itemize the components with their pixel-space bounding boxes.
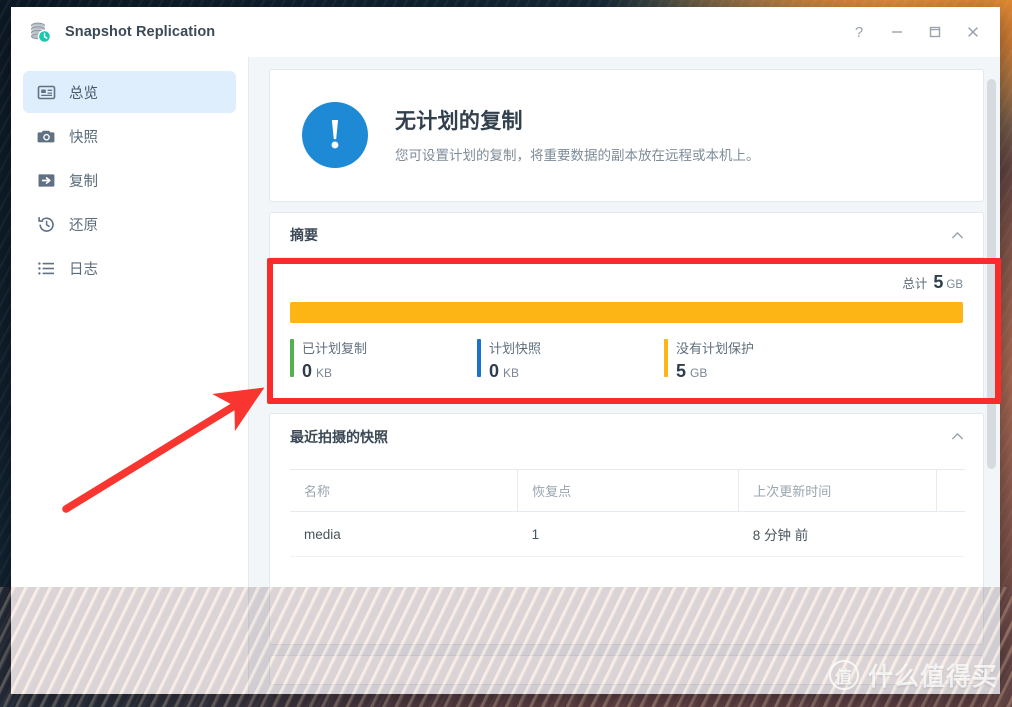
watermark-badge: 值 <box>828 660 859 690</box>
table-header-row: 名称 恢复点 上次更新时间 <box>290 469 965 512</box>
exclamation-icon: ! <box>302 101 368 168</box>
legend-unit: KB <box>316 366 333 380</box>
cell-last-update: 8 分钟 前 <box>738 511 937 557</box>
column-header-restore-points[interactable]: 恢复点 <box>517 469 740 512</box>
usage-bar-segment <box>290 302 963 323</box>
cell-restore-points: 1 <box>517 511 739 557</box>
sidebar-item-label: 总览 <box>69 85 98 102</box>
summary-body: 总计 5 GB 已计划复制 0 KB 计划快照 0 KB 没有计划保护 5 GB <box>270 258 983 402</box>
summary-total: 总计 5 GB <box>290 272 963 293</box>
total-label: 总计 <box>902 277 928 291</box>
sidebar: 总览 快照 复制 还原 日志 <box>11 57 249 694</box>
legend-label: 没有计划保护 <box>676 341 755 356</box>
sidebar-item-label: 日志 <box>69 261 98 278</box>
cell-spacer <box>936 511 965 557</box>
recent-snapshots-table: 名称 恢复点 上次更新时间 media 1 8 分钟 前 <box>290 469 965 557</box>
close-button[interactable] <box>956 15 990 49</box>
minimize-button[interactable] <box>880 15 914 49</box>
legend-item: 已计划复制 0 KB <box>290 338 477 382</box>
sidebar-item-label: 快照 <box>69 129 98 146</box>
no-scheduled-replication-card: ! 无计划的复制 您可设置计划的复制，将重要数据的副本放在远程或本机上。 <box>269 69 984 202</box>
sidebar-item-label: 还原 <box>69 217 98 234</box>
summary-panel: 摘要 总计 5 GB 已计划复制 0 KB 计划快照 0 KB 没有计划保护 5… <box>269 212 984 403</box>
sidebar-item-label: 复制 <box>69 173 98 190</box>
application-window: Snapshot Replication ? 总览 快照 复制 还原 日志 ! … <box>11 7 1000 694</box>
camera-icon <box>37 127 56 146</box>
watermark-text: 什么值得买 <box>867 663 998 691</box>
legend-swatch <box>664 339 668 377</box>
main-content: ! 无计划的复制 您可设置计划的复制，将重要数据的副本放在远程或本机上。 摘要 <box>249 57 1000 694</box>
summary-legend: 已计划复制 0 KB 计划快照 0 KB 没有计划保护 5 GB <box>290 338 963 382</box>
column-header-spacer <box>936 469 965 512</box>
sidebar-item-restore[interactable]: 还原 <box>23 203 236 245</box>
table-row[interactable]: media 1 8 分钟 前 <box>290 511 965 557</box>
column-header-name[interactable]: 名称 <box>290 469 519 512</box>
recent-snapshots-title: 最近拍摄的快照 <box>290 428 388 445</box>
summary-header[interactable]: 摘要 <box>270 213 983 258</box>
legend-swatch <box>477 339 481 377</box>
total-value: 5 <box>933 272 944 292</box>
list-icon <box>37 259 56 278</box>
legend-unit: KB <box>503 366 520 380</box>
window-titlebar: Snapshot Replication ? <box>11 7 1000 57</box>
legend-value: 0 <box>489 361 500 381</box>
main-scrollbar-thumb[interactable] <box>987 79 996 469</box>
legend-unit: GB <box>690 366 708 380</box>
recent-snapshots-header[interactable]: 最近拍摄的快照 <box>270 414 983 459</box>
sidebar-item-overview[interactable]: 总览 <box>23 71 236 113</box>
desktop-wallpaper: Snapshot Replication ? 总览 快照 复制 还原 日志 ! … <box>0 0 1012 707</box>
database-clock-icon <box>27 19 53 45</box>
legend-value: 5 <box>676 361 687 381</box>
usage-bar <box>290 302 963 323</box>
replicate-arrow-icon <box>37 171 56 190</box>
summary-title: 摘要 <box>290 227 318 243</box>
watermark: 值 什么值得买 <box>828 657 998 693</box>
alert-title: 无计划的复制 <box>395 110 523 133</box>
column-header-last-update[interactable]: 上次更新时间 <box>738 469 937 512</box>
chevron-up-icon[interactable] <box>950 429 965 444</box>
cell-name: media <box>290 511 518 557</box>
legend-item: 没有计划保护 5 GB <box>664 338 851 382</box>
recent-snapshots-table-wrap: 名称 恢复点 上次更新时间 media 1 8 分钟 前 <box>270 459 983 571</box>
app-title: Snapshot Replication <box>65 24 216 40</box>
main-scrollbar-track[interactable] <box>987 67 998 692</box>
legend-item: 计划快照 0 KB <box>477 338 664 382</box>
legend-label: 已计划复制 <box>302 341 368 356</box>
alert-subtitle: 您可设置计划的复制，将重要数据的副本放在远程或本机上。 <box>395 148 760 163</box>
sidebar-item-log[interactable]: 日志 <box>23 247 236 289</box>
total-unit: GB <box>946 279 963 291</box>
legend-value: 0 <box>302 361 313 381</box>
legend-swatch <box>290 339 294 377</box>
recent-snapshots-panel: 最近拍摄的快照 名称 恢复点 上次更新时间 media 1 8 分钟 前 <box>269 413 984 645</box>
legend-label: 计划快照 <box>489 341 542 356</box>
overview-card-icon <box>37 83 56 102</box>
restore-clock-icon <box>37 215 56 234</box>
chevron-up-icon[interactable] <box>950 228 965 243</box>
window-controls: ? <box>842 15 990 49</box>
sidebar-item-snapshot[interactable]: 快照 <box>23 115 236 157</box>
sidebar-item-replication[interactable]: 复制 <box>23 159 236 201</box>
help-button[interactable]: ? <box>842 15 876 49</box>
maximize-button[interactable] <box>918 15 952 49</box>
